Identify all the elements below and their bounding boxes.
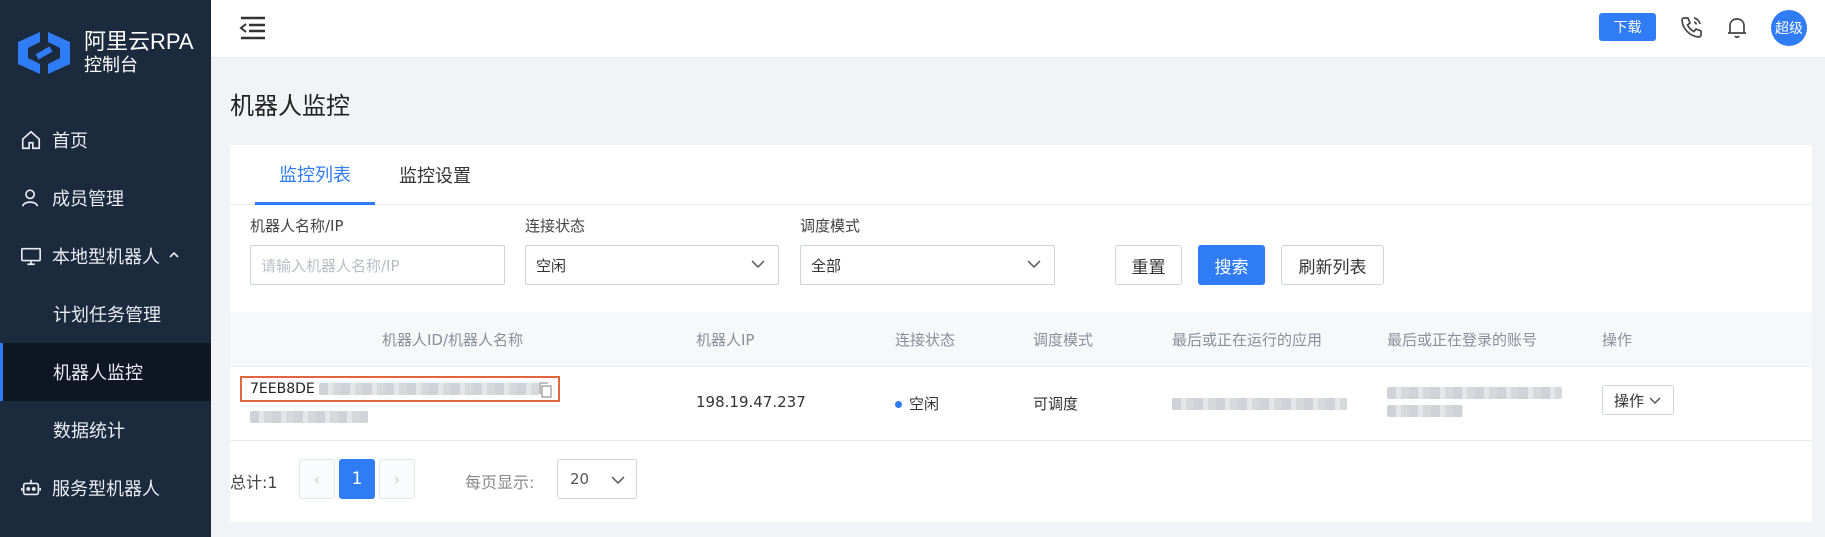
sidebar-item-label: 机器人监控	[53, 363, 143, 384]
sidebar-item-label: 数据统计	[53, 421, 125, 442]
robot-name-label: 机器人名称/IP	[250, 217, 344, 235]
avatar[interactable]: 超级	[1771, 10, 1807, 46]
page-title: 机器人监控	[230, 92, 350, 120]
sidebar-item-label: 服务型机器人	[52, 479, 160, 500]
operation-label: 操作	[1613, 391, 1644, 410]
column-header: 操作	[1602, 331, 1633, 349]
sidebar: 阿里云RPA 控制台 首页 成员管理 本地型机器人 计划任务管理 机器人监控 数…	[0, 0, 211, 537]
sidebar-item-label: 计划任务管理	[53, 305, 161, 326]
connection-status-cell: 空闲	[895, 393, 939, 414]
robot-name-redacted	[250, 409, 368, 427]
robot-icon	[20, 477, 42, 499]
robot-id: 7EEB8DE	[250, 381, 315, 397]
sidebar-item-statistics[interactable]: 数据统计	[0, 401, 211, 459]
bell-icon[interactable]	[1724, 14, 1750, 40]
sidebar-item-label: 本地型机器人	[52, 247, 160, 268]
sidebar-item-label: 首页	[52, 131, 88, 152]
menu-fold-icon[interactable]	[237, 14, 269, 42]
sidebar-item-scheduled-tasks[interactable]: 计划任务管理	[0, 285, 211, 343]
copy-icon[interactable]	[538, 382, 552, 398]
reset-button[interactable]: 重置	[1115, 245, 1182, 285]
sidebar-item-robot-monitor[interactable]: 机器人监控	[0, 343, 211, 401]
page-size-select[interactable]: 20	[557, 459, 637, 499]
sidebar-nav: 首页 成员管理 本地型机器人 计划任务管理 机器人监控 数据统计 服务型机器人	[0, 111, 211, 517]
redacted-text	[318, 383, 539, 395]
table-header: 机器人ID/机器人名称 机器人IP 连接状态 调度模式 最后或正在运行的应用 最…	[230, 312, 1812, 367]
top-header: 下载 超级	[211, 0, 1825, 58]
dispatch-mode-cell: 可调度	[1033, 395, 1079, 413]
column-header: 机器人IP	[696, 331, 755, 349]
column-header: 调度模式	[1033, 331, 1094, 349]
pagination: 总计:1 ‹ 1 › 每页显示: 20	[230, 457, 1812, 501]
status-dot-icon	[895, 401, 902, 408]
dispatch-mode-select[interactable]: 全部	[800, 245, 1055, 285]
status-text: 空闲	[909, 395, 940, 413]
table-row: 7EEB8DE 198.19.47.237 空闲 可调度 操作	[230, 367, 1812, 441]
column-header: 连接状态	[895, 331, 956, 349]
dispatch-mode-label: 调度模式	[800, 217, 861, 235]
connection-status-label: 连接状态	[525, 217, 586, 235]
tab-monitor-list[interactable]: 监控列表	[255, 145, 375, 205]
robot-name-input[interactable]: 请输入机器人名称/IP	[250, 245, 505, 285]
tab-monitor-settings[interactable]: 监控设置	[375, 145, 495, 205]
chevron-down-icon	[611, 476, 625, 485]
logo[interactable]: 阿里云RPA 控制台	[14, 28, 194, 78]
sidebar-item-local-robot[interactable]: 本地型机器人	[0, 227, 211, 285]
refresh-list-button[interactable]: 刷新列表	[1281, 245, 1384, 285]
login-account-redacted	[1387, 387, 1562, 417]
monitor-icon	[20, 245, 42, 267]
app-subtitle: 控制台	[84, 55, 138, 76]
column-header: 最后或正在运行的应用	[1172, 331, 1323, 349]
chevron-down-icon	[1649, 397, 1661, 405]
sidebar-item-label: 成员管理	[52, 189, 124, 210]
column-header: 最后或正在登录的账号	[1387, 331, 1538, 349]
connection-status-value: 空闲	[536, 256, 567, 275]
per-page-label: 每页显示:	[465, 473, 535, 492]
connection-status-select[interactable]: 空闲	[525, 245, 779, 285]
chevron-up-icon	[168, 249, 180, 264]
chevron-down-icon	[751, 260, 765, 269]
sidebar-item-members[interactable]: 成员管理	[0, 169, 211, 227]
column-header: 机器人ID/机器人名称	[382, 331, 524, 349]
download-button[interactable]: 下载	[1599, 13, 1656, 41]
robot-id-cell[interactable]: 7EEB8DE	[240, 376, 560, 402]
chevron-down-icon	[1027, 260, 1041, 269]
sidebar-item-service-robot[interactable]: 服务型机器人	[0, 459, 211, 517]
user-icon	[20, 187, 42, 209]
page-size-value: 20	[570, 470, 590, 488]
operation-dropdown-button[interactable]: 操作	[1602, 385, 1674, 415]
tab-bar: 监控列表 监控设置	[230, 145, 1812, 205]
prev-page-button[interactable]: ‹	[299, 459, 335, 499]
app-title: 阿里云RPA	[84, 29, 194, 54]
next-page-button[interactable]: ›	[379, 459, 415, 499]
aliyun-logo-icon	[18, 32, 70, 74]
sidebar-item-home[interactable]: 首页	[0, 111, 211, 169]
running-app-redacted	[1172, 396, 1347, 414]
robot-ip: 198.19.47.237	[696, 393, 806, 411]
page-number-button[interactable]: 1	[339, 459, 375, 499]
total-count: 总计:1	[230, 473, 278, 492]
dispatch-mode-value: 全部	[811, 256, 842, 275]
home-icon	[20, 129, 42, 151]
phone-icon[interactable]	[1678, 14, 1704, 40]
main-panel: 监控列表 监控设置 机器人名称/IP 请输入机器人名称/IP 连接状态 空闲 调…	[230, 145, 1812, 522]
search-button[interactable]: 搜索	[1198, 245, 1265, 285]
